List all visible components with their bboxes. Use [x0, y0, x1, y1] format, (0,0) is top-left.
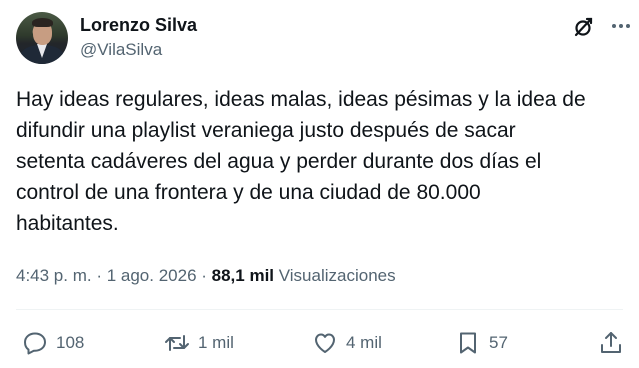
tweet-card: Lorenzo Silva @VilaSilva Hay ideas regul… [0, 0, 639, 368]
views-count: 88,1 mil [211, 266, 275, 285]
like-icon [312, 330, 338, 356]
action-bar: 108 1 mil 4 mil 57 [0, 326, 639, 360]
author-name[interactable]: Lorenzo Silva [80, 14, 197, 36]
tweet-date[interactable]: 1 ago. 2026 [107, 266, 197, 285]
avatar[interactable] [16, 12, 68, 64]
tweet-meta: 4:43 p. m. · 1 ago. 2026 · 88,1 mil Visu… [16, 264, 396, 288]
divider [16, 309, 623, 310]
like-count: 4 mil [346, 333, 382, 352]
reply-icon [22, 330, 48, 356]
author-handle[interactable]: @VilaSilva [80, 39, 162, 61]
repost-count: 1 mil [198, 333, 234, 352]
share-button[interactable] [598, 326, 624, 360]
bookmark-count: 57 [489, 333, 508, 352]
reply-button[interactable]: 108 [22, 326, 84, 360]
reply-count: 108 [56, 333, 85, 352]
repost-icon [164, 330, 190, 356]
bookmark-icon [455, 330, 481, 356]
meta-separator: · [196, 266, 212, 285]
meta-separator: · [91, 266, 107, 285]
share-icon [598, 330, 624, 356]
bookmark-button[interactable]: 57 [455, 326, 508, 360]
tweet-time[interactable]: 4:43 p. m. [16, 266, 92, 285]
grok-icon[interactable] [572, 15, 596, 39]
tweet-text: Hay ideas regulares, ideas malas, ideas … [16, 88, 586, 235]
views-label: Visualizaciones [274, 266, 396, 285]
repost-button[interactable]: 1 mil [164, 326, 234, 360]
more-icon[interactable] [610, 15, 632, 37]
like-button[interactable]: 4 mil [312, 326, 382, 360]
